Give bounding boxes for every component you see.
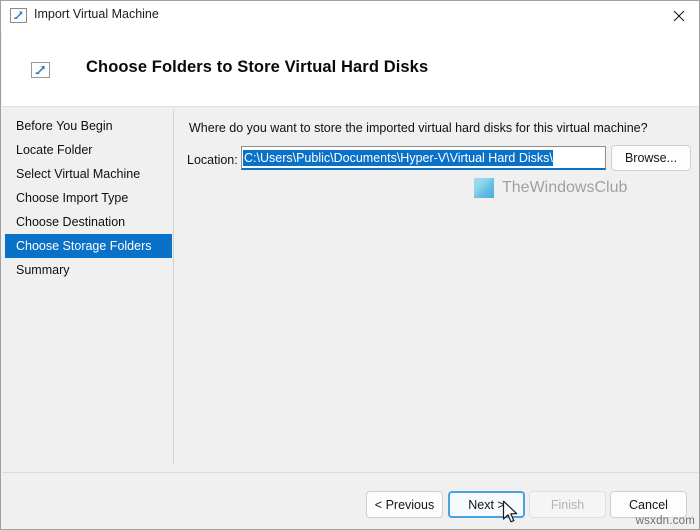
import-vm-icon [31,62,50,78]
sidebar-item-label: Choose Import Type [16,191,128,205]
page-title: Choose Folders to Store Virtual Hard Dis… [86,58,428,77]
sidebar-item-label: Choose Storage Folders [16,239,152,253]
close-icon[interactable] [656,1,700,31]
dialog-body: Before You Begin Locate Folder Select Vi… [2,107,700,472]
sidebar-item-label: Summary [16,263,69,277]
sidebar-item-summary[interactable]: Summary [2,258,173,282]
wizard-steps-sidebar: Before You Begin Locate Folder Select Vi… [2,114,173,282]
location-input[interactable]: C:\Users\Public\Documents\Hyper-V\Virtua… [241,146,606,170]
sidebar-item-choose-storage-folders[interactable]: Choose Storage Folders [5,234,172,258]
next-button[interactable]: Next > [448,491,525,518]
watermark-text: TheWindowsClub [502,179,627,197]
location-input-value: C:\Users\Public\Documents\Hyper-V\Virtua… [243,150,553,166]
browse-button[interactable]: Browse... [611,145,691,171]
page-header: Choose Folders to Store Virtual Hard Dis… [2,32,700,107]
title-bar: Import Virtual Machine [1,1,700,33]
sidebar-item-label: Before You Begin [16,119,113,133]
sidebar-item-before-you-begin[interactable]: Before You Begin [2,114,173,138]
finish-button: Finish [529,491,606,518]
sidebar-item-select-virtual-machine[interactable]: Select Virtual Machine [2,162,173,186]
sidebar-item-label: Locate Folder [16,143,92,157]
thewindowsclub-logo-icon [474,178,494,198]
window-title: Import Virtual Machine [34,7,159,21]
previous-button[interactable]: < Previous [366,491,443,518]
sidebar-item-choose-destination[interactable]: Choose Destination [2,210,173,234]
import-vm-icon [10,8,27,23]
sidebar-item-choose-import-type[interactable]: Choose Import Type [2,186,173,210]
main-panel: Where do you want to store the imported … [174,107,700,472]
import-virtual-machine-window: Import Virtual Machine Choose Folders to… [0,0,700,530]
sidebar-item-locate-folder[interactable]: Locate Folder [2,138,173,162]
prompt-text: Where do you want to store the imported … [189,121,648,135]
watermark: TheWindowsClub [474,178,627,198]
location-label: Location: [187,153,238,167]
bottom-watermark-text: wsxdn.com [636,515,695,527]
dialog-footer: < Previous Next > Finish Cancel [2,473,700,529]
cancel-button[interactable]: Cancel [610,491,687,518]
sidebar-item-label: Choose Destination [16,215,125,229]
sidebar-item-label: Select Virtual Machine [16,167,140,181]
